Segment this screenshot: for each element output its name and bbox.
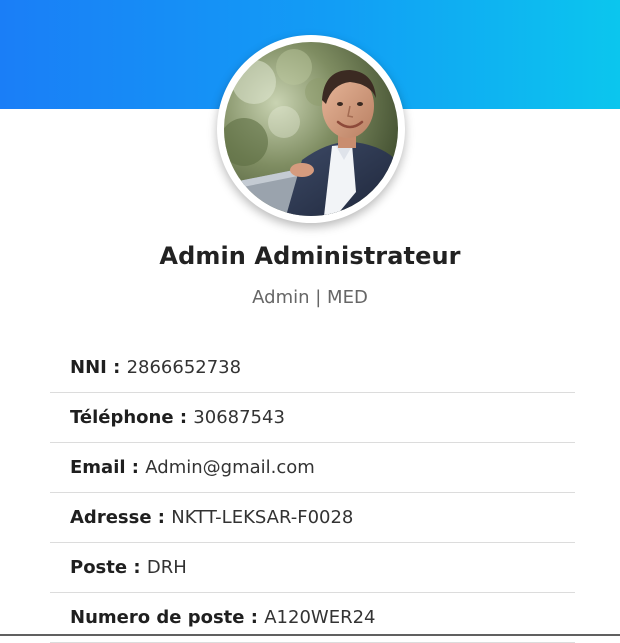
info-label: Poste :	[70, 557, 147, 578]
info-value: DRH	[146, 557, 187, 578]
info-row-email: Email : Admin@gmail.com	[50, 443, 575, 493]
info-value: Admin@gmail.com	[145, 457, 315, 478]
info-row-nni: NNI : 2866652738	[50, 343, 575, 393]
info-value: 2866652738	[126, 357, 242, 378]
info-label: Numero de poste :	[70, 607, 265, 628]
info-label: Email :	[70, 457, 146, 478]
profile-role: Admin | MED	[252, 287, 368, 308]
info-row-telephone: Téléphone : 30687543	[50, 393, 575, 443]
avatar	[224, 42, 398, 216]
avatar-frame	[217, 35, 405, 223]
info-value: A120WER24	[264, 607, 376, 628]
profile-info-list: NNI : 2866652738 Téléphone : 30687543 Em…	[50, 343, 575, 643]
info-label: NNI :	[70, 357, 127, 378]
profile-name: Admin Administrateur	[159, 242, 461, 270]
info-label: Adresse :	[70, 507, 172, 528]
info-row-adresse: Adresse : NKTT-LEKSAR-F0028	[50, 493, 575, 543]
profile-card: Admin Administrateur Admin | MED NNI : 2…	[0, 0, 620, 643]
info-value: NKTT-LEKSAR-F0028	[171, 507, 354, 528]
user-photo-icon	[224, 42, 398, 216]
info-label: Téléphone :	[70, 407, 194, 428]
info-row-poste: Poste : DRH	[50, 543, 575, 593]
info-value: 30687543	[193, 407, 285, 428]
